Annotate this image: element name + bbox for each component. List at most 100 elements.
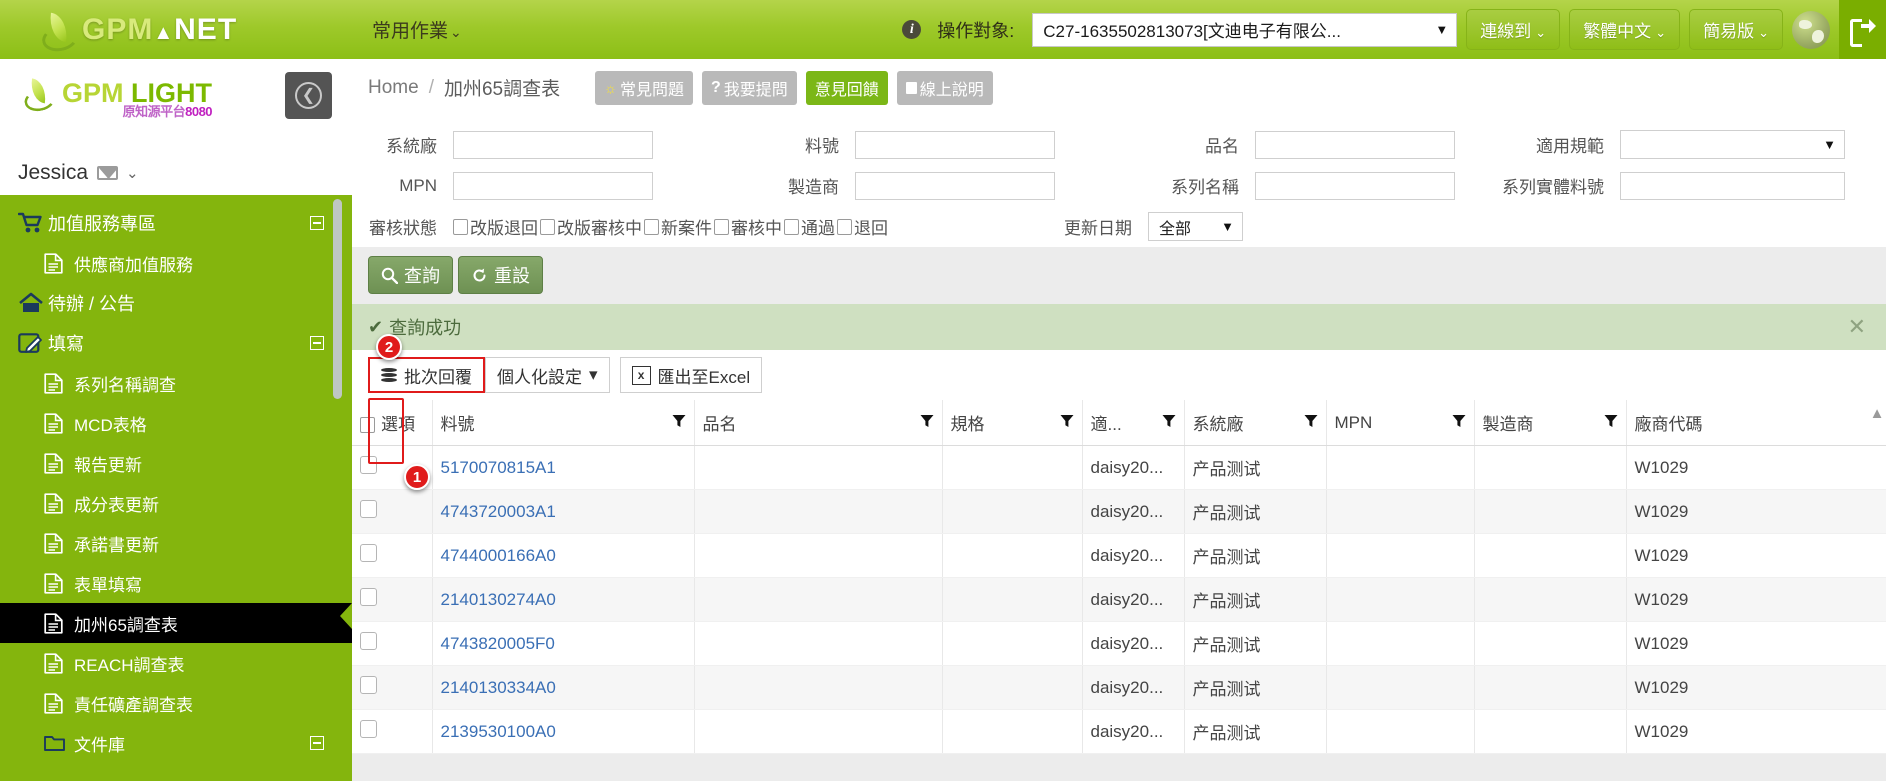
help-button-2[interactable]: 意見回饋 (805, 70, 888, 105)
review-status-option-2[interactable]: 新案件 (644, 214, 712, 239)
operate-target-select[interactable]: C27-1635502813073[文迪电子有限公... ▼ (1032, 12, 1458, 47)
search-select-applicable-spec[interactable]: ▼ (1620, 130, 1845, 159)
search-input-system-factory[interactable] (453, 130, 653, 159)
part-no-link[interactable]: 4744000166A0 (441, 546, 556, 565)
table-header-3[interactable]: 適... (1082, 400, 1185, 446)
table-row[interactable]: 2139530100A0 daisy20... 产品测试 W1029 (352, 709, 1886, 754)
checkbox[interactable] (714, 218, 729, 235)
filter-funnel-icon[interactable] (1304, 413, 1318, 433)
review-status-option-5[interactable]: 退回 (837, 214, 888, 239)
row-checkbox[interactable] (360, 720, 377, 738)
row-select-cell[interactable] (352, 665, 433, 710)
personalize-settings-button[interactable]: 個人化設定 ▾ (485, 357, 610, 393)
breadcrumb-home[interactable]: Home (368, 77, 419, 99)
sidebar-item-collapse-toggle[interactable] (310, 336, 324, 350)
common-tasks-menu[interactable]: 常用作業 ⌄ (372, 16, 462, 43)
language-button[interactable]: 繁體中文 ⌄ (1569, 9, 1681, 50)
sidebar-logo[interactable]: GPM LIGHT 原知源平台8080 (18, 75, 213, 119)
table-row[interactable]: 5170070815A1 daisy20... 产品测试 W1029 (352, 445, 1886, 490)
part-no-link[interactable]: 2139530100A0 (441, 722, 556, 741)
sidebar-item-12[interactable]: 責任礦產調查表 (0, 683, 352, 723)
export-excel-button[interactable]: x 匯出至Excel (619, 357, 763, 393)
logout-button[interactable] (1839, 0, 1886, 59)
sidebar-scrollbar[interactable] (333, 199, 342, 399)
sidebar-item-0[interactable]: 加值服務專區 (0, 203, 352, 243)
row-select-cell[interactable] (352, 533, 433, 578)
sidebar-item-6[interactable]: 報告更新 (0, 443, 352, 483)
sidebar-item-9[interactable]: 表單填寫 (0, 563, 352, 603)
sidebar-item-4[interactable]: 系列名稱調查 (0, 363, 352, 403)
table-header-select[interactable]: 選項 (352, 400, 433, 446)
part-no-link[interactable]: 4743820005F0 (441, 634, 555, 653)
checkbox[interactable] (837, 218, 852, 235)
review-status-option-1[interactable]: 改版審核中 (540, 214, 642, 239)
sidebar-item-collapse-toggle[interactable] (310, 736, 324, 750)
checkbox[interactable] (453, 218, 468, 235)
row-checkbox[interactable] (360, 632, 377, 650)
sidebar-item-1[interactable]: 供應商加值服務 (0, 243, 352, 283)
sidebar-item-10[interactable]: 加州65調查表 (0, 603, 352, 643)
alert-close-button[interactable]: ✕ (1848, 316, 1866, 338)
row-checkbox[interactable] (360, 456, 377, 474)
batch-reply-button[interactable]: 批次回覆 (368, 357, 485, 393)
help-button-1[interactable]: ? 我要提問 (701, 70, 797, 105)
table-row[interactable]: 4743820005F0 daisy20... 产品测试 W1029 (352, 621, 1886, 666)
row-checkbox[interactable] (360, 588, 377, 606)
review-status-option-3[interactable]: 審核中 (714, 214, 782, 239)
search-select-update-date[interactable]: 全部 ▼ (1148, 212, 1243, 241)
search-button[interactable]: 查詢 (368, 256, 453, 294)
search-input-series-part-no[interactable] (1620, 171, 1845, 200)
sidebar-item-2[interactable]: 待辦 / 公告 (0, 283, 352, 323)
app-logo[interactable]: GPM▲NET (0, 0, 300, 59)
sidebar-item-13[interactable]: 文件庫 (0, 723, 352, 763)
sidebar-user-row[interactable]: Jessica ⌄ (0, 151, 352, 195)
search-input-series-name[interactable] (1255, 171, 1455, 200)
row-select-cell[interactable] (352, 709, 433, 754)
checkbox[interactable] (540, 218, 555, 235)
help-button-3[interactable]: 線上說明 (896, 70, 993, 105)
sidebar-collapse-button[interactable]: ❮ (285, 72, 332, 119)
checkbox[interactable] (784, 218, 799, 235)
table-header-0[interactable]: 料號 (432, 400, 695, 446)
reset-button[interactable]: 重設 (458, 256, 543, 294)
search-input-mpn[interactable] (453, 171, 653, 200)
part-no-link[interactable]: 4743720003A1 (441, 502, 556, 521)
review-status-option-4[interactable]: 通過 (784, 214, 835, 239)
filter-funnel-icon[interactable] (672, 413, 686, 433)
part-no-link[interactable]: 2140130274A0 (441, 590, 556, 609)
sidebar-item-7[interactable]: 成分表更新 (0, 483, 352, 523)
filter-funnel-icon[interactable] (920, 413, 934, 433)
connect-to-button[interactable]: 連線到 ⌄ (1466, 9, 1561, 50)
select-all-checkbox[interactable] (360, 417, 375, 433)
simple-version-button[interactable]: 簡易版 ⌄ (1689, 9, 1783, 50)
table-row[interactable]: 2140130334A0 daisy20... 产品测试 W1029 (352, 665, 1886, 710)
filter-funnel-icon[interactable] (1060, 413, 1074, 433)
table-header-1[interactable]: 品名 (694, 400, 943, 446)
table-header-5[interactable]: MPN (1326, 400, 1475, 446)
row-select-cell[interactable] (352, 577, 433, 622)
table-header-6[interactable]: 製造商 (1474, 400, 1627, 446)
row-select-cell[interactable] (352, 621, 433, 666)
sidebar-item-collapse-toggle[interactable] (310, 216, 324, 230)
part-no-link[interactable]: 5170070815A1 (441, 458, 556, 477)
search-input-product-name[interactable] (1255, 130, 1455, 159)
row-checkbox[interactable] (360, 544, 377, 562)
table-header-7[interactable]: 廠商代碼 (1626, 400, 1886, 446)
table-row[interactable]: 2140130274A0 daisy20... 产品测试 W1029 (352, 577, 1886, 622)
sidebar-item-5[interactable]: MCD表格 (0, 403, 352, 443)
sidebar-item-3[interactable]: 填寫 (0, 323, 352, 363)
globe-icon[interactable] (1792, 10, 1830, 49)
filter-funnel-icon[interactable] (1452, 413, 1466, 433)
sidebar-item-11[interactable]: REACH調查表 (0, 643, 352, 683)
search-input-manufacturer[interactable] (855, 171, 1055, 200)
row-checkbox[interactable] (360, 500, 377, 518)
table-header-4[interactable]: 系統廠 (1184, 400, 1327, 446)
filter-funnel-icon[interactable] (1604, 413, 1618, 433)
checkbox[interactable] (644, 218, 659, 235)
sidebar-item-8[interactable]: 承諾書更新 (0, 523, 352, 563)
row-select-cell[interactable] (352, 489, 433, 534)
table-row[interactable]: 4743720003A1 daisy20... 产品测试 W1029 (352, 489, 1886, 534)
search-input-part-no[interactable] (855, 130, 1055, 159)
review-status-option-0[interactable]: 改版退回 (453, 214, 538, 239)
grid-vertical-scrollbar[interactable]: ▲ (1870, 400, 1885, 754)
